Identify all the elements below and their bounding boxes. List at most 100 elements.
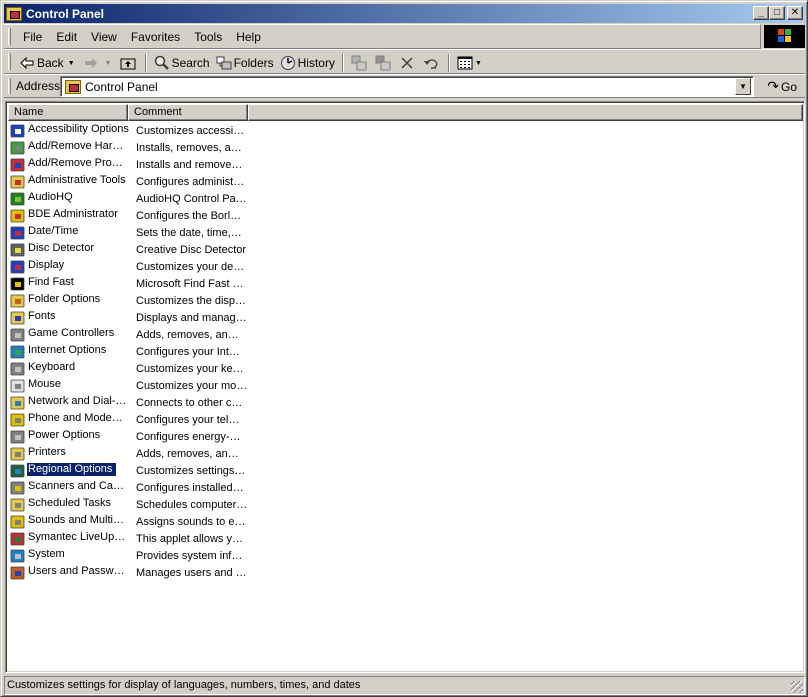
item-name[interactable]: System	[27, 548, 130, 561]
item-name[interactable]: Users and Passw…	[27, 565, 130, 578]
copy-to-button[interactable]	[372, 53, 396, 73]
resize-grip[interactable]	[791, 681, 803, 693]
delete-button[interactable]	[396, 53, 420, 73]
item-name[interactable]: Game Controllers	[27, 327, 130, 340]
list-item[interactable]: Power Options Configures energy-…	[8, 428, 247, 445]
item-name[interactable]: Folder Options	[27, 293, 130, 306]
item-name[interactable]: Fonts	[27, 310, 130, 323]
toolbar-separator	[341, 54, 344, 72]
menu-bar-grip[interactable]	[8, 28, 11, 45]
list-item[interactable]: Symantec LiveUp… This applet allows y…	[8, 530, 247, 547]
views-button[interactable]: ▼	[454, 53, 487, 73]
item-name[interactable]: Accessibility Options	[27, 123, 130, 136]
list-item[interactable]: BDE Administrator Configures the Borl…	[8, 207, 247, 224]
views-dropdown-icon[interactable]: ▼	[475, 60, 482, 67]
list-item[interactable]: Display Customizes your de…	[8, 258, 247, 275]
close-button[interactable]: ✕	[787, 6, 803, 20]
address-dropdown-button[interactable]: ▼	[735, 78, 751, 95]
item-name[interactable]: AudioHQ	[27, 191, 130, 204]
folders-label: Folders	[233, 56, 274, 70]
menu-favorites[interactable]: Favorites	[124, 29, 187, 45]
item-name[interactable]: Find Fast	[27, 276, 130, 289]
menu-view[interactable]: View	[84, 29, 124, 45]
column-header-comment[interactable]: Comment	[128, 104, 248, 121]
item-name[interactable]: BDE Administrator	[27, 208, 130, 221]
up-button[interactable]	[117, 53, 141, 73]
list-item[interactable]: Keyboard Customizes your ke…	[8, 360, 247, 377]
back-button[interactable]: Back ▼	[16, 53, 80, 73]
menu-tools[interactable]: Tools	[187, 29, 229, 45]
title-bar[interactable]: Control Panel _ □ ✕	[4, 4, 805, 23]
list-item[interactable]: Game Controllers Adds, removes, an…	[8, 326, 247, 343]
list-item[interactable]: Printers Adds, removes, an…	[8, 445, 247, 462]
item-name[interactable]: Administrative Tools	[27, 174, 130, 187]
windows-flag-icon	[778, 29, 792, 43]
forward-dropdown-icon[interactable]: ▼	[105, 60, 112, 67]
list-item[interactable]: Users and Passw… Manages users and …	[8, 564, 247, 581]
item-name[interactable]: Internet Options	[27, 344, 130, 357]
history-button[interactable]: History	[277, 53, 338, 73]
list-header: Name Comment	[8, 104, 803, 121]
column-header-filler	[248, 104, 803, 121]
list-item[interactable]: Scanners and Ca… Configures installed…	[8, 479, 247, 496]
list-item[interactable]: Network and Dial-… Connects to other c…	[8, 394, 247, 411]
undo-button[interactable]	[420, 53, 444, 73]
item-name[interactable]: Add/Remove Har…	[27, 140, 130, 153]
item-name[interactable]: Disc Detector	[27, 242, 130, 255]
column-header-name[interactable]: Name	[8, 104, 128, 121]
search-icon	[154, 55, 170, 71]
move-to-button[interactable]	[348, 53, 372, 73]
list-item[interactable]: Administrative Tools Configures administ…	[8, 173, 247, 190]
menu-edit[interactable]: Edit	[49, 29, 84, 45]
list-item[interactable]: Disc Detector Creative Disc Detector	[8, 241, 247, 258]
address-input[interactable]: Control Panel ▼	[60, 76, 754, 97]
maximize-button[interactable]: □	[769, 6, 785, 20]
list-item[interactable]: Mouse Customizes your mo…	[8, 377, 247, 394]
list-item[interactable]: Fonts Displays and manag…	[8, 309, 247, 326]
forward-button[interactable]: ▼	[80, 53, 117, 73]
address-value[interactable]: Control Panel	[85, 80, 158, 94]
back-label: Back	[37, 56, 64, 70]
item-name[interactable]: Scheduled Tasks	[27, 497, 130, 510]
list-item[interactable]: AudioHQ AudioHQ Control Pa…	[8, 190, 247, 207]
list-item[interactable]: Phone and Mode… Configures your tel…	[8, 411, 247, 428]
list-item[interactable]: Regional Options Customizes settings…	[8, 462, 247, 479]
list-item[interactable]: Sounds and Multi… Assigns sounds to e…	[8, 513, 247, 530]
item-name[interactable]: Symantec LiveUp…	[27, 531, 130, 544]
item-name[interactable]: Display	[27, 259, 130, 272]
go-button[interactable]: ↷ Go	[767, 78, 797, 95]
list-item[interactable]: Find Fast Microsoft Find Fast …	[8, 275, 247, 292]
list-item[interactable]: Internet Options Configures your Int…	[8, 343, 247, 360]
minimize-button[interactable]: _	[753, 6, 769, 20]
list-item[interactable]: Scheduled Tasks Schedules computer…	[8, 496, 247, 513]
item-name[interactable]: Sounds and Multi…	[27, 514, 130, 527]
toolbar-grip[interactable]	[8, 53, 11, 70]
list-item[interactable]: System Provides system inf…	[8, 547, 247, 564]
file-list-view[interactable]: Name Comment Accessibility Options Custom…	[5, 101, 805, 673]
item-comment: Customizes your ke…	[136, 362, 244, 375]
list-item[interactable]: Add/Remove Har… Installs, removes, a…	[8, 139, 247, 156]
item-name[interactable]: Mouse	[27, 378, 130, 391]
item-name[interactable]: Network and Dial-…	[27, 395, 130, 408]
list-item[interactable]: Date/Time Sets the date, time,…	[8, 224, 247, 241]
item-name[interactable]: Regional Options	[27, 462, 117, 476]
administrative-tools-icon	[10, 174, 26, 190]
list-item[interactable]: Add/Remove Pro… Installs and remove…	[8, 156, 247, 173]
address-bar-grip[interactable]	[8, 78, 11, 94]
folders-button[interactable]: Folders	[213, 53, 277, 73]
item-name[interactable]: Add/Remove Pro…	[27, 157, 130, 170]
item-name[interactable]: Phone and Mode…	[27, 412, 130, 425]
item-name[interactable]: Scanners and Ca…	[27, 480, 130, 493]
item-comment: AudioHQ Control Pa…	[136, 192, 247, 205]
list-item[interactable]: Folder Options Customizes the disp…	[8, 292, 247, 309]
back-dropdown-icon[interactable]: ▼	[68, 60, 75, 67]
item-name[interactable]: Power Options	[27, 429, 130, 442]
views-icon	[457, 55, 473, 71]
list-item[interactable]: Accessibility Options Customizes accessi…	[8, 122, 247, 139]
item-name[interactable]: Date/Time	[27, 225, 130, 238]
menu-file[interactable]: File	[16, 29, 49, 45]
item-name[interactable]: Printers	[27, 446, 130, 459]
search-button[interactable]: Search	[151, 53, 213, 73]
item-name[interactable]: Keyboard	[27, 361, 130, 374]
menu-help[interactable]: Help	[229, 29, 268, 45]
